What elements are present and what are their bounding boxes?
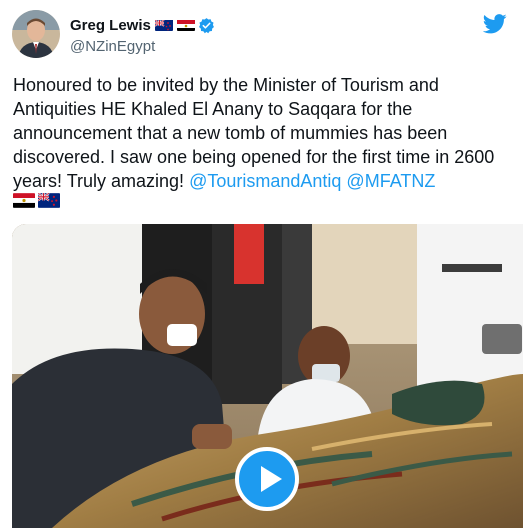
tweet-trailing-flags [13, 193, 63, 208]
tweet-header: Greg Lewis @NZinEgypt [12, 10, 511, 62]
avatar[interactable] [12, 10, 60, 58]
twitter-bird-icon[interactable] [482, 14, 507, 34]
new-zealand-flag-icon [154, 19, 173, 31]
verified-badge-icon [198, 17, 215, 34]
author-display-name[interactable]: Greg Lewis [70, 17, 151, 34]
egypt-flag-icon [13, 193, 35, 208]
play-icon[interactable] [235, 447, 299, 511]
mention-link-mfatnz[interactable]: @MFATNZ [346, 171, 435, 191]
mention-link-tourismandantiq[interactable]: @TourismandAntiq [189, 171, 341, 191]
tweet-video[interactable] [12, 224, 523, 528]
tweet-card: Greg Lewis @NZinEgypt Honoured to be inv… [0, 0, 523, 528]
egypt-flag-icon [176, 19, 195, 31]
tweet-body: Honoured to be invited by the Minister o… [13, 73, 513, 193]
new-zealand-flag-icon [38, 193, 60, 208]
author-handle[interactable]: @NZinEgypt [70, 38, 215, 55]
